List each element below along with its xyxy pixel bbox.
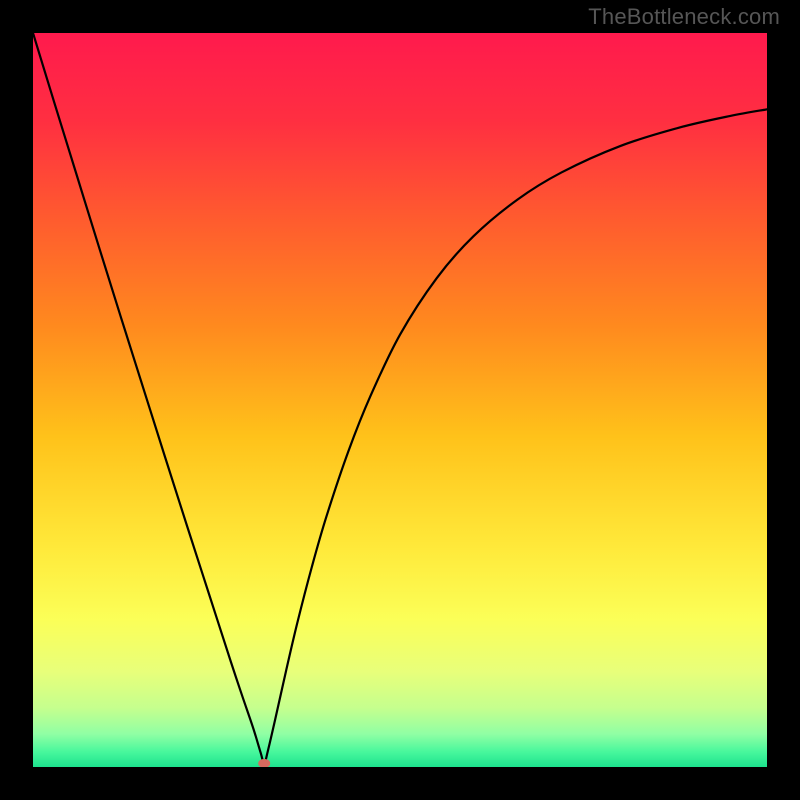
chart-frame: TheBottleneck.com — [0, 0, 800, 800]
chart-plot — [33, 33, 767, 767]
chart-background — [33, 33, 767, 767]
watermark-text: TheBottleneck.com — [588, 4, 780, 30]
